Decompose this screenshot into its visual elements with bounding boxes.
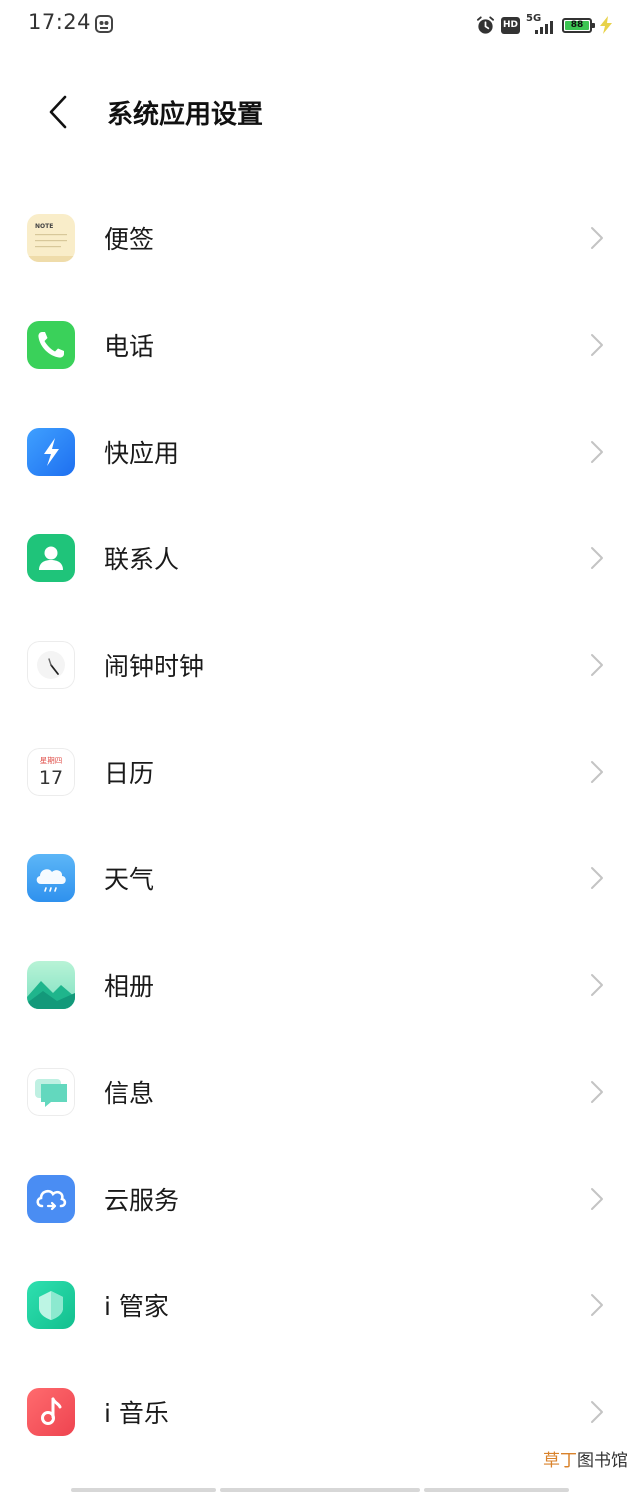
app-label: 便签 <box>104 225 155 255</box>
chevron-right-icon <box>591 974 603 997</box>
app-row-i-manager[interactable]: i 管家 <box>0 1252 640 1359</box>
app-row-phone[interactable]: 电话 <box>0 292 640 399</box>
nav-bar-segment[interactable] <box>220 1488 420 1492</box>
app-row-messages[interactable]: 信息 <box>0 1039 640 1146</box>
chevron-right-icon <box>591 334 603 357</box>
app-label: 闹钟时钟 <box>104 652 205 682</box>
app-row-contacts[interactable]: 联系人 <box>0 505 640 612</box>
hd-badge: HD <box>501 16 520 34</box>
status-time: 17:24 <box>28 10 92 34</box>
chevron-right-icon <box>591 760 603 783</box>
quick-app-icon <box>27 427 75 476</box>
calendar-icon: 星期四 17 <box>27 747 75 796</box>
back-arrow-icon <box>49 95 67 129</box>
clock-icon <box>27 641 75 690</box>
notes-icon: NOTE <box>27 214 75 263</box>
chevron-right-icon <box>591 440 603 463</box>
watermark-part1: 草丁 <box>543 1451 577 1471</box>
note-icon-text: NOTE <box>35 223 53 230</box>
app-label: i 音乐 <box>104 1398 169 1428</box>
messages-icon <box>27 1067 75 1116</box>
alarm-icon <box>476 15 495 34</box>
chevron-right-icon <box>591 867 603 890</box>
app-list: NOTE 便签 电话 快应用 联系人 闹钟时钟 星期四 17 日历 天气 相册 … <box>0 185 640 1465</box>
app-label: 天气 <box>104 865 155 895</box>
app-label: 日历 <box>104 758 155 788</box>
app-label: 电话 <box>104 332 155 362</box>
app-row-cloud-service[interactable]: 云服务 <box>0 1145 640 1252</box>
app-label: 快应用 <box>104 438 180 468</box>
header: 系统应用设置 <box>0 70 640 150</box>
signal-icon: 5G <box>526 13 556 35</box>
phone-icon <box>27 321 75 370</box>
chevron-right-icon <box>591 1294 603 1317</box>
gallery-icon <box>27 961 75 1010</box>
nav-bar-segment[interactable] <box>424 1488 569 1492</box>
calendar-weekday: 星期四 <box>40 756 63 765</box>
app-row-gallery[interactable]: 相册 <box>0 932 640 1039</box>
app-label: 云服务 <box>104 1185 180 1215</box>
weather-icon <box>27 854 75 903</box>
status-bar: 17:24 HD 5G 88 <box>0 0 640 50</box>
app-row-calendar[interactable]: 星期四 17 日历 <box>0 718 640 825</box>
battery-icon: 88 <box>562 17 595 33</box>
app-label: i 管家 <box>104 1292 169 1322</box>
chevron-right-icon <box>591 1187 603 1210</box>
battery-level: 88 <box>565 20 589 30</box>
chevron-right-icon <box>591 654 603 677</box>
charging-icon <box>600 16 612 34</box>
calendar-day: 17 <box>39 767 63 789</box>
watermark: 草丁图书馆 <box>543 1446 628 1471</box>
chevron-right-icon <box>591 227 603 250</box>
page-title: 系统应用设置 <box>107 100 264 130</box>
contacts-icon <box>27 534 75 583</box>
screen: 17:24 HD 5G 88 系统应用设置 NOTE 便签 电话 快应用 联系人… <box>0 0 640 1493</box>
navigation-bar <box>0 1483 640 1493</box>
watermark-part2: 图书馆 <box>577 1451 628 1471</box>
app-label: 相册 <box>104 972 155 1002</box>
chevron-right-icon <box>591 547 603 570</box>
app-label: 联系人 <box>104 545 180 575</box>
cloud-service-icon <box>27 1174 75 1223</box>
app-row-clock[interactable]: 闹钟时钟 <box>0 612 640 719</box>
app-label: 信息 <box>104 1078 155 1108</box>
app-row-quick-app[interactable]: 快应用 <box>0 398 640 505</box>
i-manager-icon <box>27 1281 75 1330</box>
back-button[interactable] <box>36 90 80 134</box>
status-indicators: HD 5G 88 <box>476 13 614 36</box>
app-row-notes[interactable]: NOTE 便签 <box>0 185 640 292</box>
i-music-icon <box>27 1387 75 1436</box>
nav-bar-segment[interactable] <box>71 1488 216 1492</box>
app-row-weather[interactable]: 天气 <box>0 825 640 932</box>
notification-app-icon <box>95 15 113 33</box>
chevron-right-icon <box>591 1080 603 1103</box>
chevron-right-icon <box>591 1400 603 1423</box>
